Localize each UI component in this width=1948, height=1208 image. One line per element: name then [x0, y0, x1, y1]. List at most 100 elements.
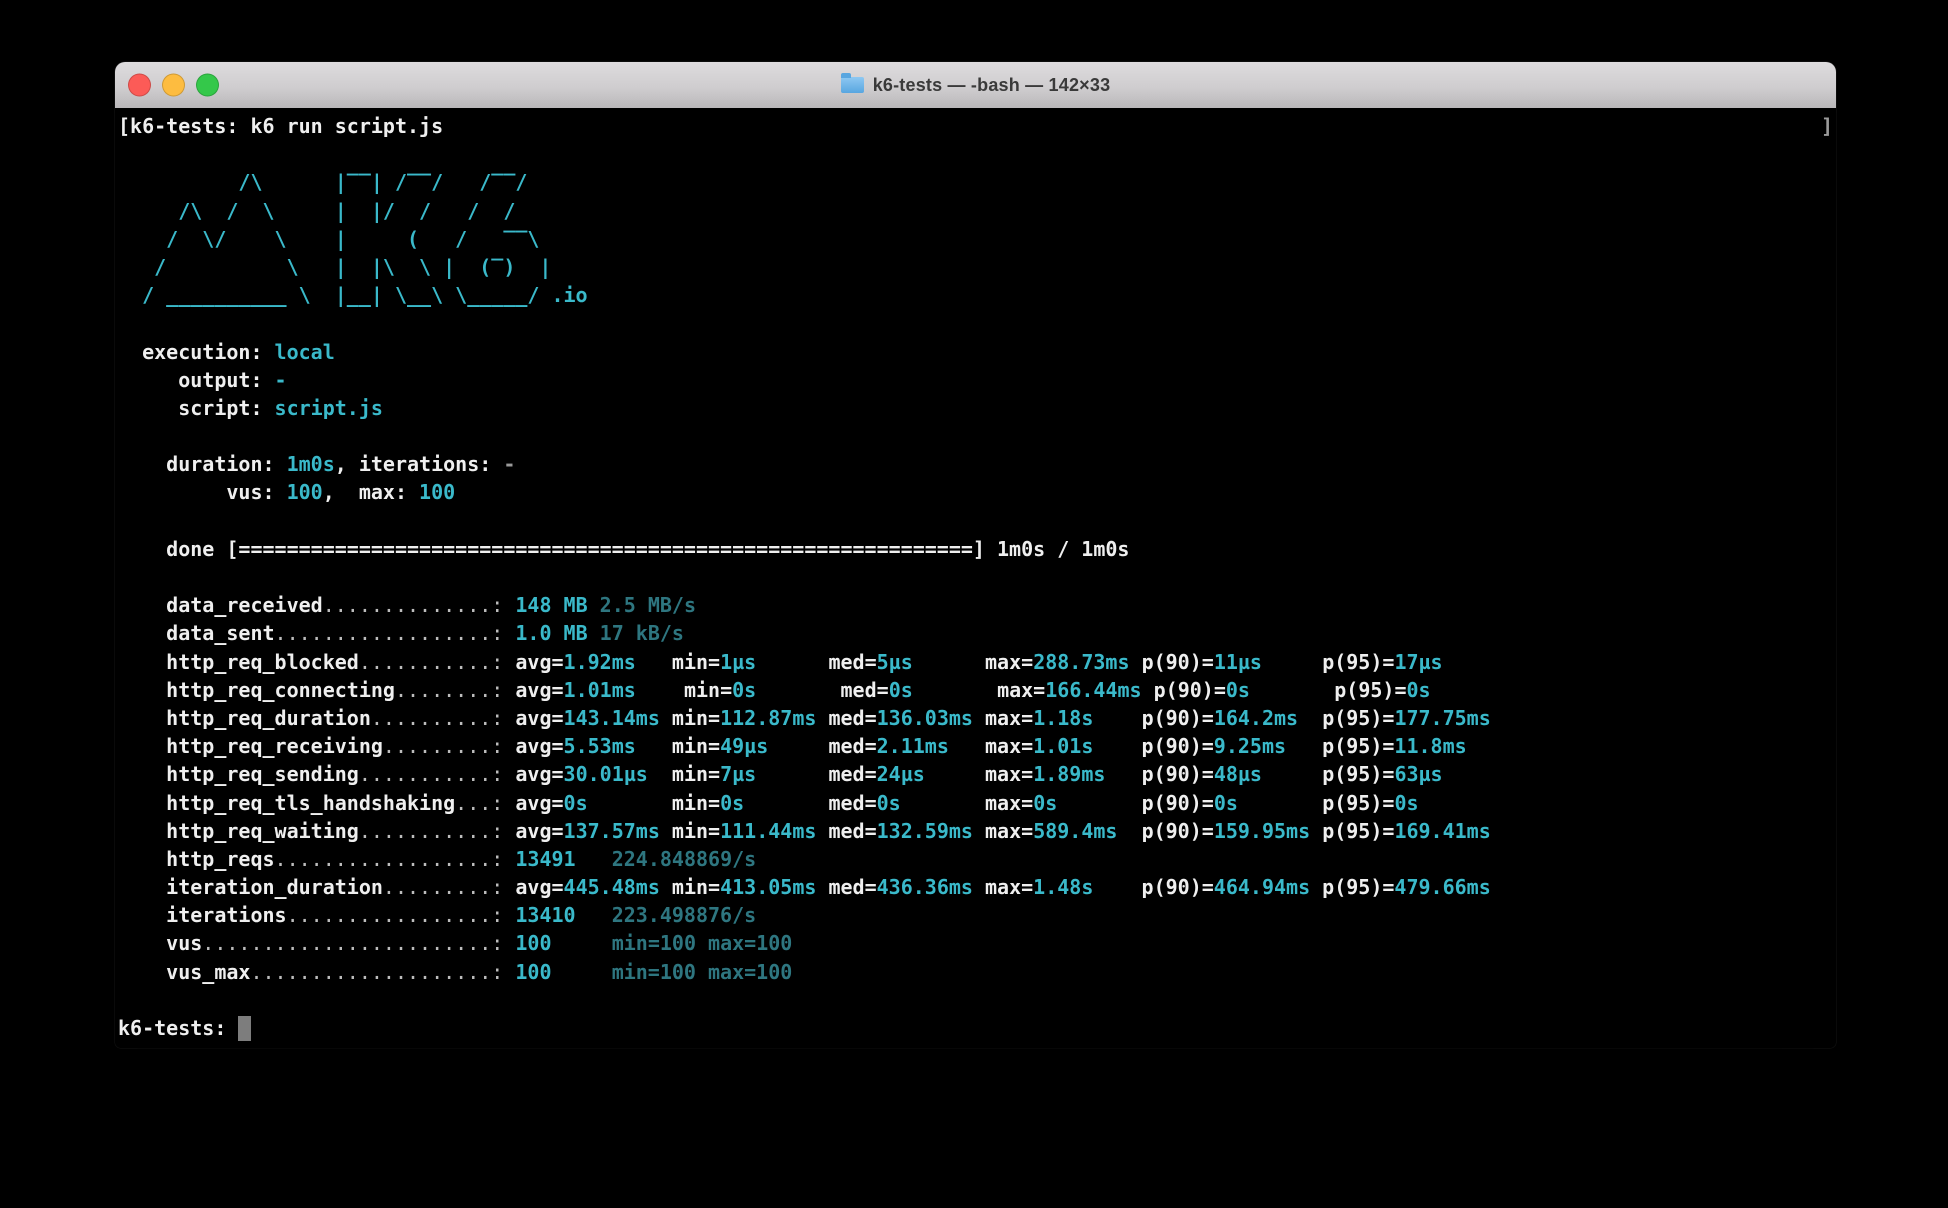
terminal-line: data_received..............: 148 MB 2.5 … [118, 591, 1833, 619]
terminal-text-segment: vus [118, 929, 202, 957]
terminal-text-segment: 0s [1394, 789, 1418, 817]
terminal-text-segment: 1.92ms [564, 648, 672, 676]
terminal-text-segment: output: [118, 366, 275, 394]
terminal-text-segment: - [275, 366, 287, 394]
terminal-line: iterations.................: 13410 223.4… [118, 901, 1833, 929]
terminal-text-segment: /\ / \ | |/ / / / [118, 197, 515, 225]
terminal-text-segment: ...........: [359, 760, 516, 788]
terminal-text-segment: 445.48ms [564, 873, 672, 901]
terminal-text-segment: 164.2ms [1214, 704, 1322, 732]
terminal-text-segment: 2.11ms [877, 732, 985, 760]
terminal-line: vus_max....................: 100 min=100… [118, 958, 1833, 986]
terminal-text-segment: 0s [720, 789, 828, 817]
terminal-text-segment: 11.8ms [1394, 732, 1466, 760]
terminal-line: output: - [118, 366, 1833, 394]
zoom-button[interactable] [196, 74, 219, 97]
terminal-text-segment: ..................: [275, 845, 516, 873]
terminal-text-segment: ..................: [275, 619, 516, 647]
terminal-line: done [==================================… [118, 535, 1833, 563]
minimize-button[interactable] [162, 74, 185, 97]
terminal-text-segment: 24µs [877, 760, 985, 788]
terminal-text-segment: http_req_sending [118, 760, 359, 788]
terminal-text-segment: done [==================================… [118, 535, 1129, 563]
terminal-text-segment: 137.57ms [564, 817, 672, 845]
terminal-text-segment: script: [118, 394, 275, 422]
terminal-text-segment: med= [828, 648, 876, 676]
terminal-text-segment: 1.48s [1033, 873, 1141, 901]
terminal-text-segment: avg= [515, 704, 563, 732]
terminal-text-segment: /\ |‾‾| /‾‾/ /‾‾/ [118, 168, 527, 196]
terminal-line: http_req_connecting........: avg=1.01ms … [118, 676, 1833, 704]
terminal-line: http_req_duration..........: avg=143.14m… [118, 704, 1833, 732]
window-title: k6-tests — -bash — 142×33 [873, 75, 1111, 96]
terminal-text-segment: p(90)= [1142, 648, 1214, 676]
terminal-text-segment: 13410 [515, 901, 611, 929]
terminal-text-segment: 2.5 MB/s [600, 591, 696, 619]
terminal-line: data_sent..................: 1.0 MB 17 k… [118, 619, 1833, 647]
terminal-text-segment: , iterations: [335, 450, 504, 478]
terminal-text-segment: max= [985, 817, 1033, 845]
terminal-text-segment: http_req_receiving [118, 732, 383, 760]
terminal-text-segment: med= [828, 873, 876, 901]
terminal-text-segment: / \ | |\ \ | (‾) | [118, 253, 551, 281]
terminal-text-segment: 479.66ms [1394, 873, 1490, 901]
window-titlebar[interactable]: k6-tests — -bash — 142×33 [115, 62, 1836, 109]
terminal-text-segment: .................: [287, 901, 516, 929]
terminal-text-segment: min= [672, 789, 720, 817]
terminal-text-segment: 1.01s [1033, 732, 1141, 760]
terminal-text-segment: 148 MB [515, 591, 599, 619]
terminal-text-segment: 1.18s [1033, 704, 1141, 732]
terminal-text-segment: p(90)= [1142, 873, 1214, 901]
terminal-output[interactable]: [k6-tests: k6 run script.js] /\ |‾‾| /‾‾… [115, 108, 1836, 1048]
terminal-text-segment: avg= [515, 873, 563, 901]
terminal-text-segment: 48µs [1214, 760, 1322, 788]
terminal-text-segment: / __________ \ |__| \__\ \_____/ .io [118, 281, 588, 309]
terminal-text-segment: max= [985, 648, 1033, 676]
terminal-text-segment: p(95)= [1322, 873, 1394, 901]
terminal-text-segment: ........: [395, 676, 515, 704]
terminal-text-segment: 30.01µs [564, 760, 672, 788]
terminal-text-segment: 0s [564, 789, 672, 817]
terminal-text-segment: 589.4ms [1033, 817, 1141, 845]
window-title-group: k6-tests — -bash — 142×33 [841, 75, 1111, 96]
terminal-line: iteration_duration.........: avg=445.48m… [118, 873, 1833, 901]
terminal-text-segment: 49µs [720, 732, 828, 760]
terminal-text-segment: 413.05ms [720, 873, 828, 901]
folder-icon [841, 77, 864, 93]
terminal-text-segment: ..............: [323, 591, 516, 619]
terminal-line: http_req_tls_handshaking...: avg=0s min=… [118, 789, 1833, 817]
terminal-text-segment: 100 [515, 958, 611, 986]
terminal-text-segment: p(95)= [1322, 760, 1394, 788]
terminal-text-segment: vus_max [118, 958, 250, 986]
terminal-text-segment: [k6-tests: k6 run script.js [118, 112, 443, 140]
terminal-line: http_req_waiting...........: avg=137.57m… [118, 817, 1833, 845]
terminal-text-segment: 0s [732, 676, 840, 704]
terminal-text-segment: execution: [118, 338, 275, 366]
terminal-text-segment: 9.25ms [1214, 732, 1322, 760]
terminal-text-segment: ...: [455, 789, 515, 817]
terminal-text-segment: med= [828, 817, 876, 845]
close-button[interactable] [128, 74, 151, 97]
terminal-text-segment: .........: [383, 873, 515, 901]
terminal-text-segment: iterations [118, 901, 287, 929]
terminal-text-segment: p(95)= [1322, 789, 1394, 817]
terminal-line [118, 309, 1833, 337]
terminal-line [118, 563, 1833, 591]
terminal-line: script: script.js [118, 394, 1833, 422]
terminal-text-segment: med= [828, 760, 876, 788]
terminal-text-segment: 100 [419, 478, 455, 506]
terminal-text-segment: avg= [515, 648, 563, 676]
terminal-text-segment: iteration_duration [118, 873, 383, 901]
terminal-text-segment: ..........: [371, 704, 516, 732]
terminal-text-segment: 63µs [1394, 760, 1442, 788]
terminal-text-segment: vus: [118, 478, 287, 506]
terminal-text-segment: 0s [1033, 789, 1141, 817]
terminal-text-segment: max= [985, 704, 1033, 732]
terminal-text-segment: med= [841, 676, 889, 704]
terminal-text-segment: med= [828, 704, 876, 732]
terminal-text-segment: 223.498876/s [612, 901, 757, 929]
terminal-text-segment: p(90)= [1154, 676, 1226, 704]
terminal-line: k6-tests: [118, 1014, 1833, 1042]
terminal-line: / \/ \ | ( / ‾‾\ [118, 225, 1833, 253]
terminal-text-segment: 112.87ms [720, 704, 828, 732]
